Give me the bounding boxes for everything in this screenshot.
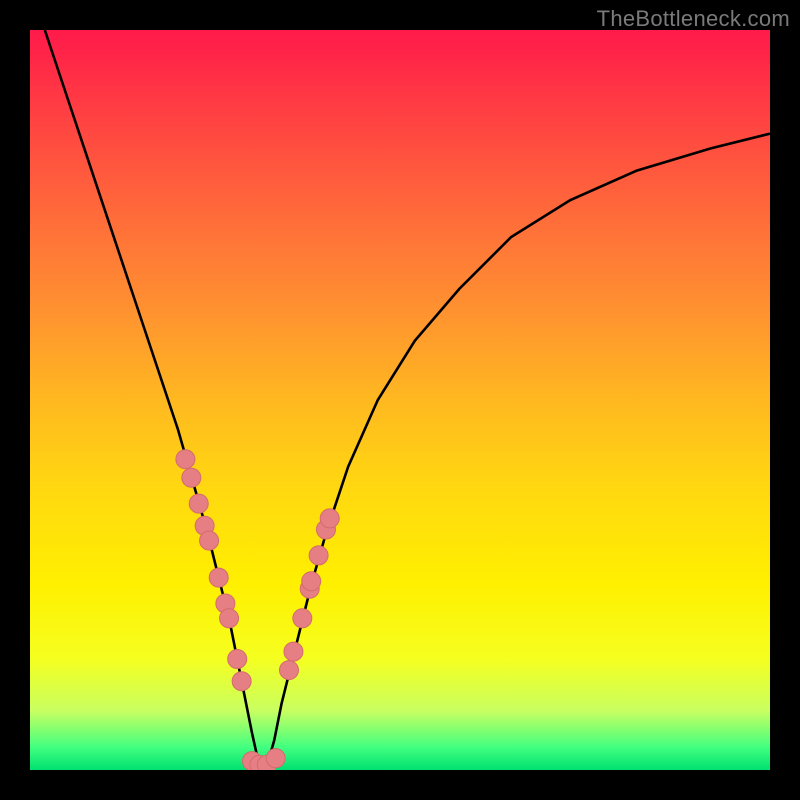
data-marker — [232, 672, 251, 691]
data-marker — [284, 642, 303, 661]
data-marker — [280, 661, 299, 680]
data-marker — [216, 594, 235, 613]
data-marker — [302, 572, 321, 591]
curve-layer — [30, 30, 770, 770]
data-marker — [189, 494, 208, 513]
watermark-text: TheBottleneck.com — [597, 6, 790, 32]
data-marker — [320, 509, 339, 528]
data-marker — [182, 468, 201, 487]
data-marker — [293, 609, 312, 628]
curve-markers-right — [280, 509, 340, 680]
plot-area — [30, 30, 770, 770]
curve-markers-left — [176, 450, 251, 691]
data-marker — [266, 749, 285, 768]
data-marker — [243, 752, 262, 770]
data-marker — [309, 546, 328, 565]
data-marker — [195, 516, 214, 535]
data-marker — [228, 650, 247, 669]
curve-markers-bottom — [243, 749, 286, 770]
chart-container: TheBottleneck.com — [0, 0, 800, 800]
data-marker — [176, 450, 195, 469]
data-marker — [257, 755, 276, 770]
data-marker — [200, 531, 219, 550]
data-marker — [209, 568, 228, 587]
data-marker — [220, 609, 239, 628]
data-marker — [250, 755, 269, 770]
data-marker — [317, 520, 336, 539]
bottleneck-curve — [45, 30, 770, 766]
data-marker — [300, 579, 319, 598]
